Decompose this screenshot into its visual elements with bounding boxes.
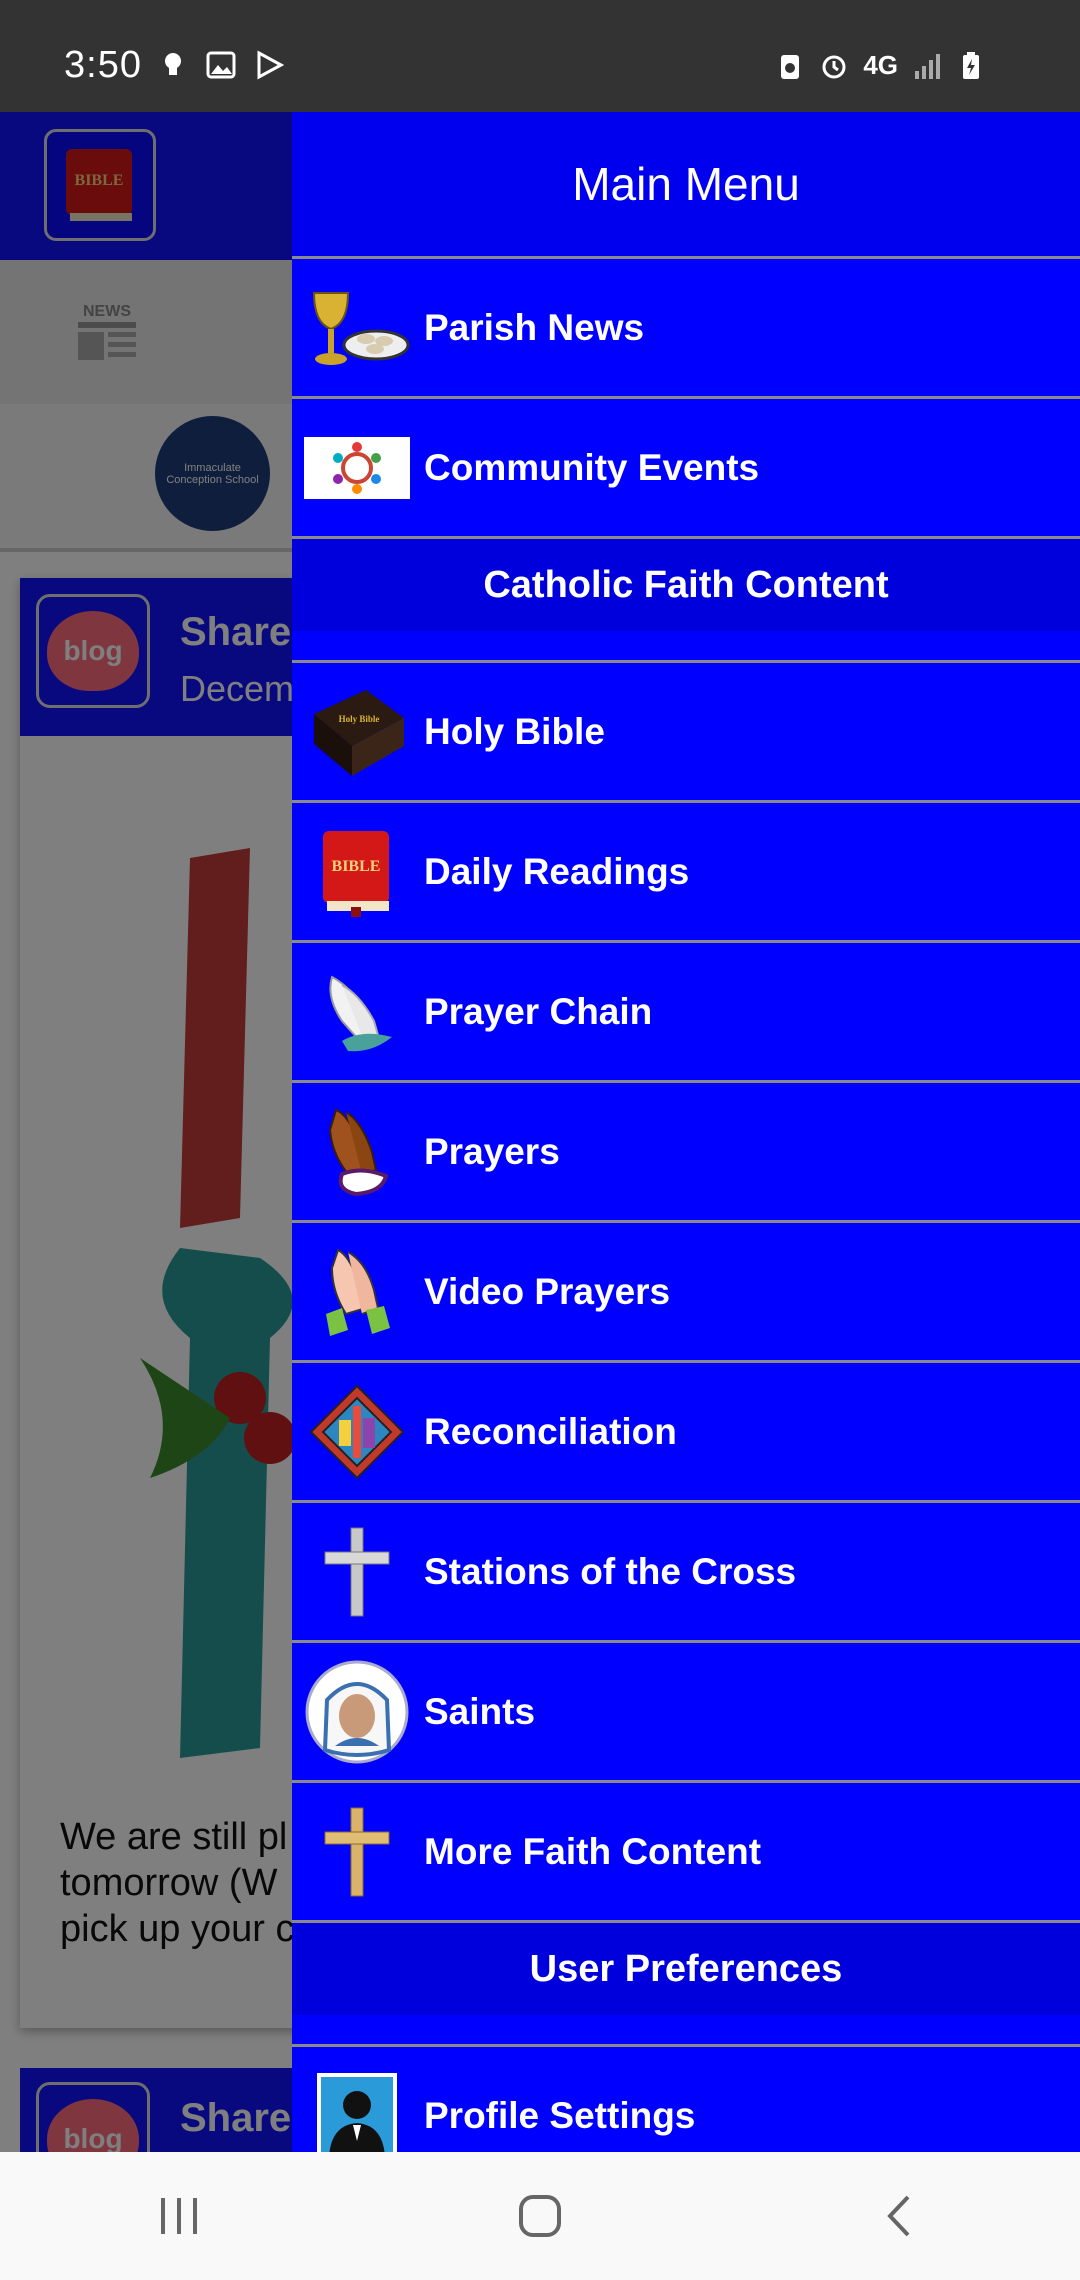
section-header-preferences: User Preferences (292, 1923, 1080, 2015)
menu-item-prayers[interactable]: Prayers (292, 1083, 1080, 1223)
section-divider (292, 631, 1080, 663)
menu-item-stations-of-the-cross[interactable]: Stations of the Cross (292, 1503, 1080, 1643)
menu-item-profile-settings[interactable]: Profile Settings (292, 2047, 1080, 2152)
community-icon (304, 420, 410, 516)
menu-label: Daily Readings (424, 850, 690, 892)
drawer-title: Main Menu (292, 112, 1080, 259)
home-button[interactable] (500, 2186, 580, 2246)
navigation-drawer: Main Menu Parish News Community Events C… (292, 112, 1080, 2152)
saint-portrait-icon (304, 1660, 410, 1763)
bible-red-icon: BIBLE (304, 824, 410, 920)
silver-cross-icon (304, 1524, 410, 1620)
profile-avatar-icon (304, 2068, 410, 2152)
section-header-faith: Catholic Faith Content (292, 539, 1080, 631)
menu-label: Stations of the Cross (424, 1550, 797, 1592)
image-icon (206, 51, 236, 79)
play-store-icon (257, 50, 284, 80)
menu-label: Saints (424, 1690, 536, 1732)
chalice-icon (304, 280, 410, 376)
svg-text:BIBLE: BIBLE (332, 858, 381, 875)
menu-item-video-prayers[interactable]: Video Prayers (292, 1223, 1080, 1363)
menu-item-saints[interactable]: Saints (292, 1643, 1080, 1783)
gold-cross-icon (304, 1804, 410, 1900)
back-button[interactable] (860, 2186, 940, 2246)
praying-hands-icon (304, 1104, 410, 1200)
system-nav-bar (0, 2152, 1080, 2280)
menu-label: Reconciliation (424, 1410, 677, 1452)
recycle-icon (781, 54, 800, 79)
stained-glass-icon (304, 1384, 410, 1480)
section-divider (292, 2015, 1080, 2047)
menu-item-parish-news[interactable]: Parish News (292, 259, 1080, 399)
menu-label: More Faith Content (424, 1830, 762, 1872)
home-icon (519, 2195, 561, 2237)
menu-label: Prayer Chain (424, 990, 653, 1032)
holy-bible-icon: Holy Bible (304, 684, 410, 780)
menu-label: Parish News (424, 306, 645, 348)
battery-charging-icon (963, 51, 979, 79)
praying-hands-light-icon (304, 964, 410, 1060)
menu-item-holy-bible[interactable]: Holy Bible Holy Bible (292, 663, 1080, 803)
svg-text:Holy Bible: Holy Bible (339, 714, 380, 724)
menu-item-daily-readings[interactable]: BIBLE Daily Readings (292, 803, 1080, 943)
menu-item-more-faith-content[interactable]: More Faith Content (292, 1783, 1080, 1923)
menu-item-reconciliation[interactable]: Reconciliation (292, 1363, 1080, 1503)
menu-item-community-events[interactable]: Community Events (292, 399, 1080, 539)
menu-item-prayer-chain[interactable]: Prayer Chain (292, 943, 1080, 1083)
network-4g-icon: 4G (863, 50, 898, 80)
status-bar: 3:50 4G (0, 0, 1080, 112)
menu-label: Community Events (424, 446, 760, 488)
menu-label: Video Prayers (424, 1270, 671, 1312)
bulb-icon (165, 53, 181, 75)
status-time: 3:50 (64, 44, 142, 86)
praying-hands-video-icon (304, 1244, 410, 1340)
signal-icon (915, 53, 940, 79)
recent-apps-button[interactable] (140, 2186, 220, 2246)
recent-apps-icon (161, 2198, 197, 2234)
back-icon (887, 2195, 910, 2237)
menu-label: Profile Settings (424, 2094, 696, 2136)
menu-label: Holy Bible (424, 710, 605, 752)
alarm-icon (822, 55, 846, 78)
menu-label: Prayers (424, 1130, 560, 1172)
